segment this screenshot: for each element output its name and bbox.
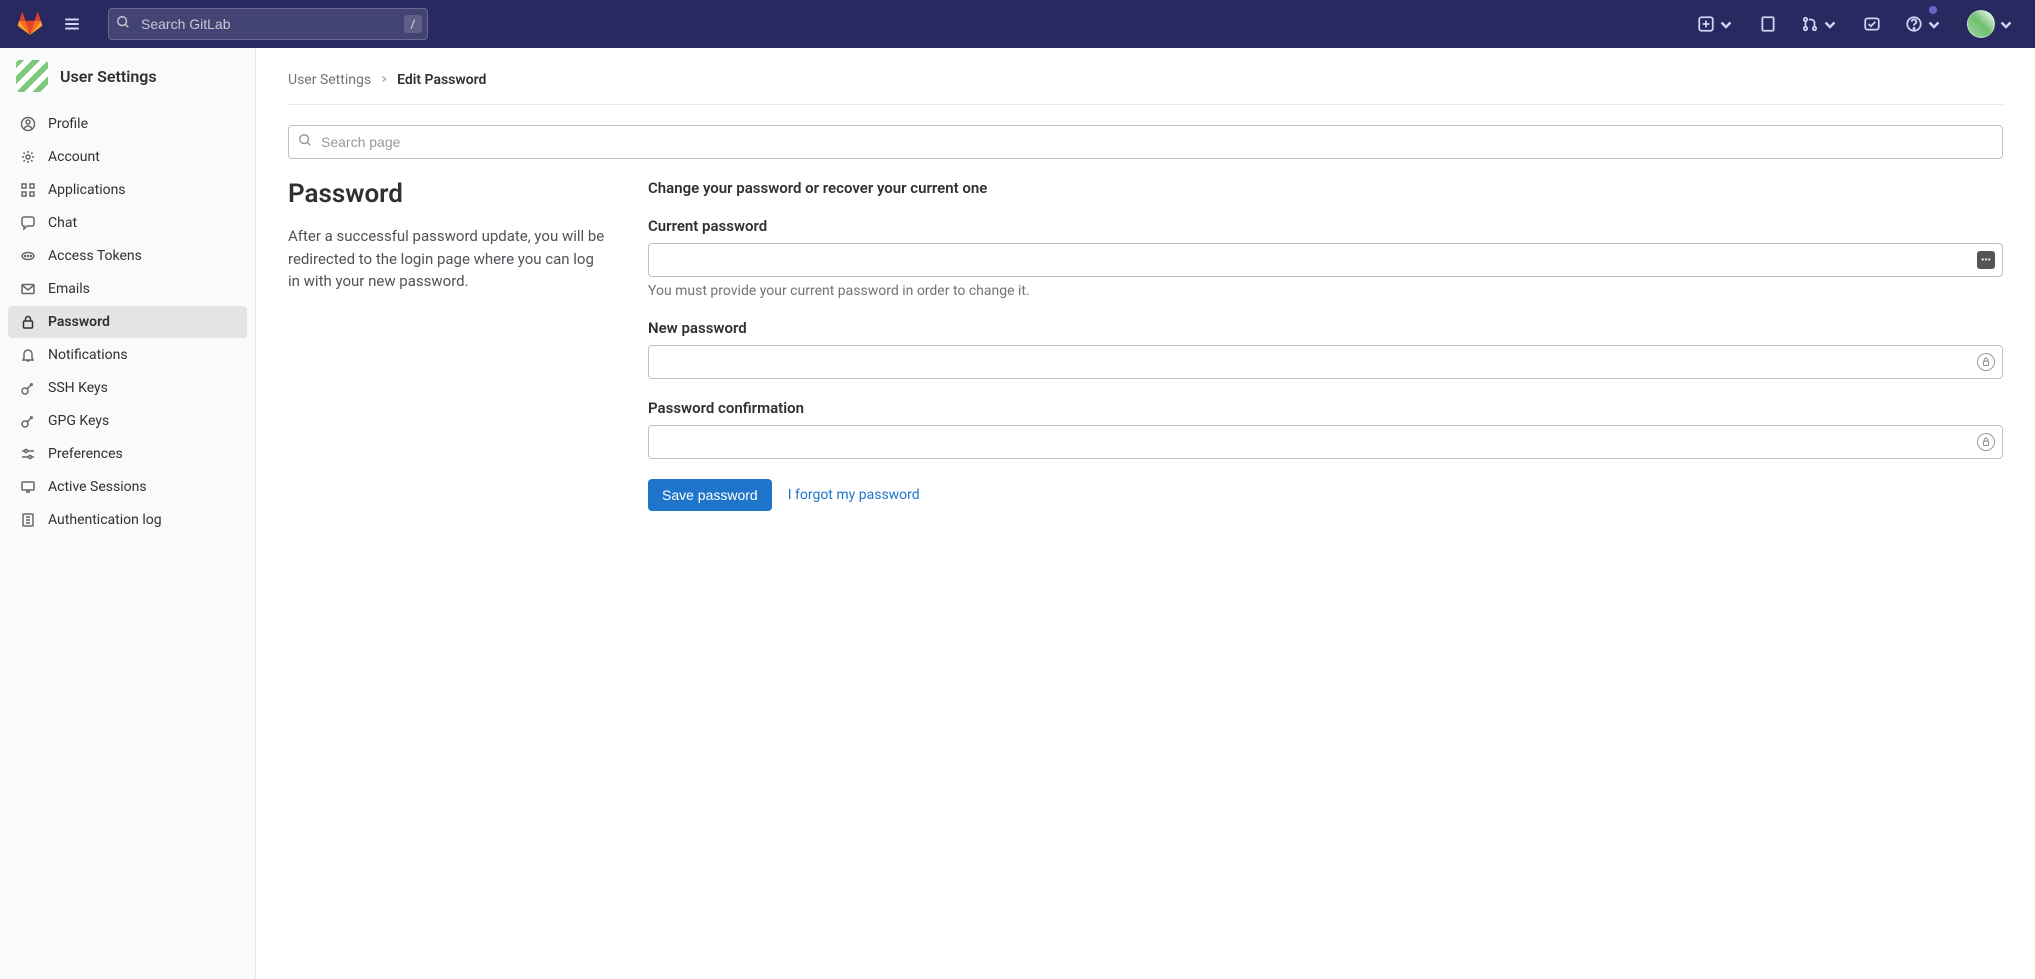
- email-icon: [20, 281, 36, 297]
- key-icon: [20, 413, 36, 429]
- sidebar-item-emails[interactable]: Emails: [8, 273, 247, 305]
- applications-icon: [20, 182, 36, 198]
- sidebar-item-preferences[interactable]: Preferences: [8, 438, 247, 470]
- form-actions: Save password I forgot my password: [648, 479, 2003, 511]
- global-search: /: [108, 8, 428, 40]
- sidebar-item-label: Access Tokens: [48, 248, 142, 264]
- page-description: After a successful password update, you …: [288, 225, 608, 293]
- sidebar-item-notifications[interactable]: Notifications: [8, 339, 247, 371]
- sidebar-item-label: Account: [48, 149, 100, 165]
- new-password-input[interactable]: [648, 345, 2003, 379]
- main-content: User Settings Edit Password Password Aft…: [256, 48, 2035, 527]
- sidebar-item-authentication-log[interactable]: Authentication log: [8, 504, 247, 536]
- form-group-current-password: Current password ••• You must provide yo…: [648, 217, 2003, 299]
- form-group-new-password: New password: [648, 319, 2003, 379]
- sidebar-item-gpg-keys[interactable]: GPG Keys: [8, 405, 247, 437]
- top-navbar: /: [0, 0, 2035, 48]
- sidebar-item-label: Authentication log: [48, 512, 162, 528]
- save-password-button[interactable]: Save password: [648, 479, 772, 511]
- sidebar-item-label: Emails: [48, 281, 90, 297]
- sidebar-nav: Profile Account Applications Chat Access…: [0, 104, 255, 541]
- current-password-help: You must provide your current password i…: [648, 283, 2003, 299]
- navbar-left: /: [16, 8, 428, 40]
- page-search-input[interactable]: [288, 125, 2003, 159]
- sidebar-item-access-tokens[interactable]: Access Tokens: [8, 240, 247, 272]
- chevron-right-icon: [379, 72, 389, 88]
- sidebar-item-label: Chat: [48, 215, 77, 231]
- sidebar: User Settings Profile Account Applicatio…: [0, 48, 256, 979]
- lock-icon: [20, 314, 36, 330]
- content-left: Password After a successful password upd…: [288, 179, 608, 511]
- sidebar-item-label: Profile: [48, 116, 88, 132]
- gear-icon: [20, 149, 36, 165]
- content-row: Password After a successful password upd…: [288, 179, 2003, 511]
- issues-icon[interactable]: [1755, 8, 1781, 40]
- sidebar-item-account[interactable]: Account: [8, 141, 247, 173]
- chat-icon: [20, 215, 36, 231]
- help-button[interactable]: [1901, 8, 1947, 40]
- new-password-label: New password: [648, 319, 2003, 337]
- chevron-down-icon: [1997, 15, 2015, 33]
- chevron-down-icon: [1925, 15, 1943, 33]
- token-icon: [20, 248, 36, 264]
- current-password-label: Current password: [648, 217, 2003, 235]
- password-suggest-icon[interactable]: [1977, 353, 1995, 371]
- breadcrumb-parent[interactable]: User Settings: [288, 72, 371, 88]
- search-icon: [116, 15, 130, 33]
- breadcrumb-current: Edit Password: [397, 72, 486, 88]
- sidebar-item-label: Active Sessions: [48, 479, 147, 495]
- password-manager-icon[interactable]: •••: [1977, 251, 1995, 269]
- sidebar-item-chat[interactable]: Chat: [8, 207, 247, 239]
- sidebar-header[interactable]: User Settings: [0, 48, 255, 104]
- gitlab-logo-icon[interactable]: [16, 10, 44, 38]
- user-menu-button[interactable]: [1963, 8, 2019, 40]
- global-search-input[interactable]: [108, 8, 428, 40]
- page-search: [288, 125, 2003, 159]
- chevron-down-icon: [1717, 15, 1735, 33]
- sidebar-item-active-sessions[interactable]: Active Sessions: [8, 471, 247, 503]
- sidebar-item-password[interactable]: Password: [8, 306, 247, 338]
- confirm-password-input[interactable]: [648, 425, 2003, 459]
- todos-icon[interactable]: [1859, 8, 1885, 40]
- search-icon: [298, 133, 312, 151]
- sidebar-item-label: Notifications: [48, 347, 128, 363]
- monitor-icon: [20, 479, 36, 495]
- preferences-icon: [20, 446, 36, 462]
- log-icon: [20, 512, 36, 528]
- user-avatar-icon: [1967, 10, 1995, 38]
- sidebar-item-profile[interactable]: Profile: [8, 108, 247, 140]
- bell-icon: [20, 347, 36, 363]
- sidebar-title: User Settings: [60, 67, 157, 86]
- current-password-input[interactable]: [648, 243, 2003, 277]
- key-icon: [20, 380, 36, 396]
- sidebar-item-label: SSH Keys: [48, 380, 108, 396]
- form-group-confirm-password: Password confirmation: [648, 399, 2003, 459]
- sidebar-item-label: Password: [48, 314, 110, 330]
- page-heading: Password: [288, 179, 608, 209]
- breadcrumb: User Settings Edit Password: [288, 64, 2003, 105]
- merge-requests-button[interactable]: [1797, 8, 1843, 40]
- sidebar-item-label: Preferences: [48, 446, 123, 462]
- sidebar-item-label: GPG Keys: [48, 413, 109, 429]
- create-new-button[interactable]: [1693, 8, 1739, 40]
- sidebar-item-applications[interactable]: Applications: [8, 174, 247, 206]
- chevron-down-icon: [1821, 15, 1839, 33]
- content-right: Change your password or recover your cur…: [648, 179, 2003, 511]
- sidebar-item-ssh-keys[interactable]: SSH Keys: [8, 372, 247, 404]
- section-title: Change your password or recover your cur…: [648, 179, 2003, 197]
- password-suggest-icon[interactable]: [1977, 433, 1995, 451]
- search-shortcut-badge: /: [404, 15, 422, 33]
- confirm-password-label: Password confirmation: [648, 399, 2003, 417]
- forgot-password-link[interactable]: I forgot my password: [788, 487, 920, 503]
- sidebar-item-label: Applications: [48, 182, 126, 198]
- sidebar-avatar-icon: [16, 60, 48, 92]
- hamburger-menu-icon[interactable]: [56, 8, 88, 40]
- profile-icon: [20, 116, 36, 132]
- navbar-right: [1693, 8, 2019, 40]
